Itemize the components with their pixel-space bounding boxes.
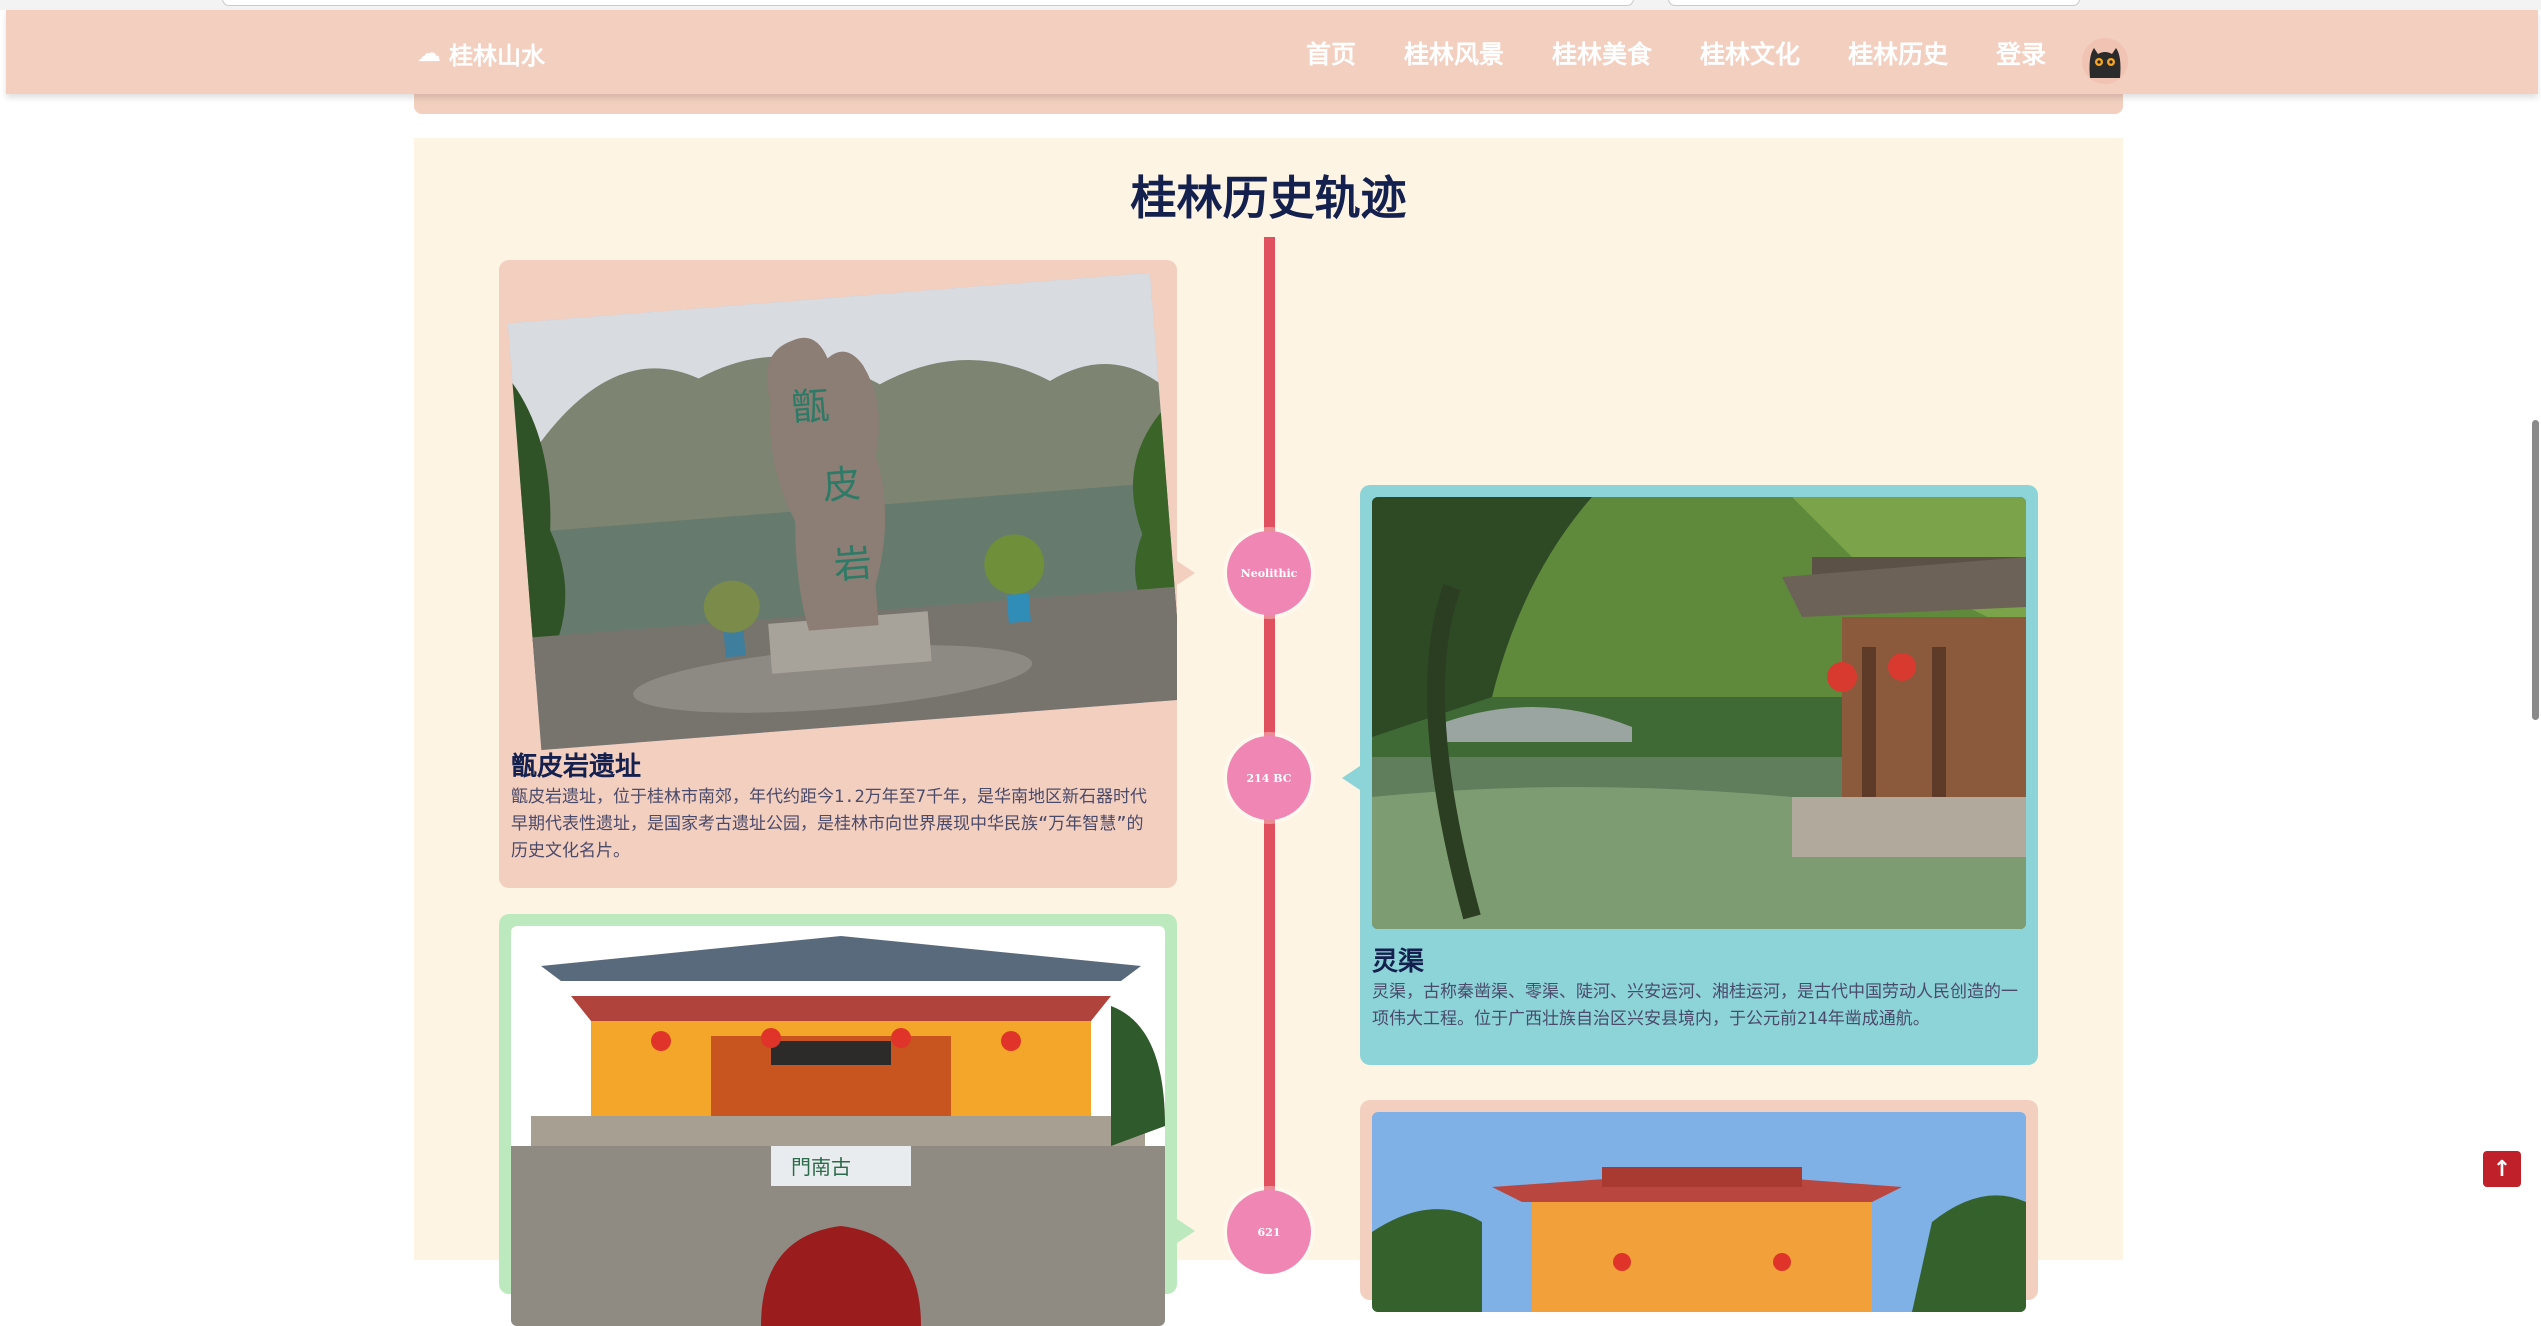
svg-text:岩: 岩 bbox=[832, 541, 873, 588]
avatar[interactable] bbox=[2082, 38, 2128, 84]
lingqu-photo bbox=[1372, 497, 2026, 929]
timeline-marker: 214 BC bbox=[1227, 736, 1311, 820]
cat-avatar-icon bbox=[2082, 38, 2128, 84]
timeline-card-jingjiang bbox=[1360, 1100, 2038, 1312]
navbar: ☁ 桂林山水 首页 桂林风景 桂林美食 桂林文化 桂林历史 登录 bbox=[6, 10, 2538, 94]
page-scrollbar[interactable] bbox=[2532, 420, 2539, 720]
timeline-card-gunanmen: 門南古 bbox=[499, 914, 1177, 1326]
arrow-up-icon: ↑ bbox=[2492, 1156, 2512, 1182]
browser-top-strip bbox=[0, 0, 2541, 10]
nav-link-home[interactable]: 首页 bbox=[1306, 35, 1356, 71]
card-pointer-left bbox=[1177, 1219, 1195, 1243]
card-title: 甑皮岩遗址 bbox=[511, 752, 642, 782]
gate-plaque-text: 門南古 bbox=[791, 1155, 851, 1179]
brand-label: 桂林山水 bbox=[449, 41, 545, 70]
timeline-marker: Neolithic bbox=[1227, 531, 1311, 615]
history-timeline-section: 桂林历史轨迹 甑 皮 岩 甑皮岩遗址 甑皮岩遗址，位于桂林市南郊，年代约距今1.… bbox=[414, 138, 2123, 1326]
card-pointer-right bbox=[1342, 766, 1360, 790]
brand[interactable]: ☁ 桂林山水 bbox=[417, 36, 545, 70]
jingjiang-photo bbox=[1372, 1112, 2026, 1312]
back-to-top-button[interactable]: ↑ bbox=[2483, 1151, 2521, 1187]
timeline-card-lingqu: 灵渠 灵渠，古称秦凿渠、零渠、陡河、兴安运河、湘桂运河，是古代中国劳动人民创造的… bbox=[1360, 485, 2038, 1065]
svg-text:皮: 皮 bbox=[821, 461, 862, 508]
nav-link-history[interactable]: 桂林历史 bbox=[1848, 35, 1948, 71]
address-bar[interactable] bbox=[222, 0, 1634, 6]
nav-link-culture[interactable]: 桂林文化 bbox=[1700, 35, 1800, 71]
timeline-card-zengpiyan: 甑 皮 岩 甑皮岩遗址 甑皮岩遗址，位于桂林市南郊，年代约距今1.2万年至7千年… bbox=[499, 260, 1177, 888]
section-title: 桂林历史轨迹 bbox=[1130, 171, 1407, 225]
nav-links: 首页 桂林风景 桂林美食 桂林文化 桂林历史 登录 bbox=[1306, 36, 2094, 70]
search-bar[interactable] bbox=[1668, 0, 2080, 6]
card-title: 灵渠 bbox=[1372, 947, 1425, 977]
nav-link-login[interactable]: 登录 bbox=[1996, 35, 2046, 71]
svg-text:甑: 甑 bbox=[790, 383, 831, 430]
nav-link-food[interactable]: 桂林美食 bbox=[1552, 35, 1652, 71]
card-pointer-left bbox=[1177, 561, 1195, 585]
card-description: 灵渠，古称秦凿渠、零渠、陡河、兴安运河、湘桂运河，是古代中国劳动人民创造的一项伟… bbox=[1372, 982, 2018, 1029]
card-description: 甑皮岩遗址，位于桂林市南郊，年代约距今1.2万年至7千年，是华南地区新石器时代 … bbox=[511, 787, 1147, 861]
cloud-icon: ☁ bbox=[417, 39, 441, 67]
timeline-marker: 621 bbox=[1227, 1190, 1311, 1274]
gunanmen-photo: 門南古 bbox=[511, 926, 1165, 1326]
nav-link-scenery[interactable]: 桂林风景 bbox=[1404, 35, 1504, 71]
zengpiyan-photo: 甑 皮 岩 bbox=[507, 272, 1177, 750]
